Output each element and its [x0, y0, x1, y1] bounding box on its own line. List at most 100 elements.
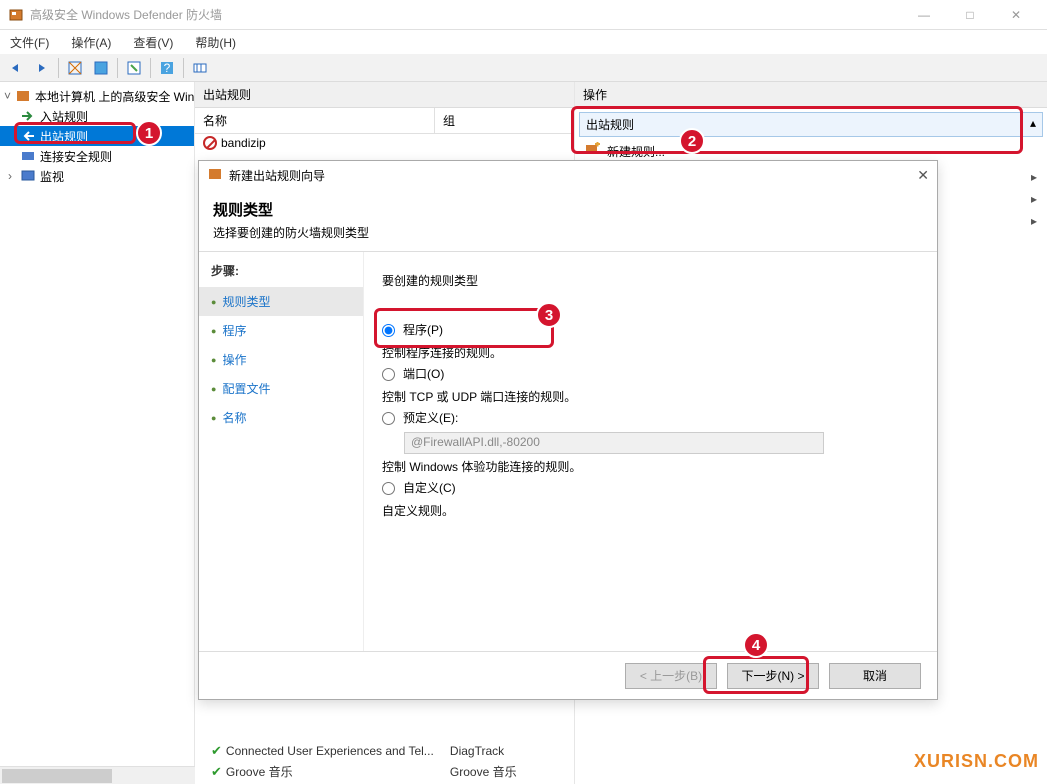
close-button[interactable]: ✕	[993, 0, 1039, 30]
wizard-steps: 步骤: ●规则类型 ●程序 ●操作 ●配置文件 ●名称	[199, 252, 364, 651]
step-type[interactable]: ●规则类型	[199, 287, 363, 316]
toolbar-btn-1[interactable]	[63, 56, 87, 80]
tree-outbound[interactable]: 出站规则	[0, 126, 194, 146]
connsec-icon	[20, 148, 36, 164]
list-row[interactable]: bandizip	[195, 134, 574, 152]
wizard-title: 新建出站规则向导	[229, 167, 325, 184]
steps-label: 步骤:	[211, 262, 351, 279]
column-headers: 名称 组	[195, 108, 574, 134]
tree-inbound[interactable]: 入站规则	[0, 106, 194, 126]
nav-back-button[interactable]	[4, 56, 28, 80]
monitor-icon	[20, 168, 36, 184]
radio-program[interactable]	[382, 324, 395, 337]
bullet-icon: ●	[211, 413, 216, 423]
check-icon: ✔	[211, 743, 222, 759]
radio-predefined[interactable]	[382, 412, 395, 425]
expand-icon[interactable]: ˅	[4, 89, 11, 103]
maximize-button[interactable]: □	[947, 0, 993, 30]
scrollbar-thumb[interactable]	[2, 769, 112, 783]
tree-pane: ˅ 本地计算机 上的高级安全 Win 入站规则 出站规则 连接安全规则 › 监视…	[0, 82, 195, 784]
step-name[interactable]: ● 名称	[211, 403, 351, 432]
wizard-icon	[207, 166, 223, 185]
option-predefined[interactable]: 预定义(E):	[382, 405, 919, 430]
minimize-button[interactable]: —	[901, 0, 947, 30]
toolbar-help-button[interactable]: ?	[155, 56, 179, 80]
step-label: 操作	[222, 351, 246, 368]
wizard-header: 规则类型 选择要创建的防火墙规则类型	[199, 189, 937, 252]
tree-connsec-label: 连接安全规则	[40, 148, 112, 165]
cancel-button[interactable]: 取消	[829, 663, 921, 689]
tree-root-label: 本地计算机 上的高级安全 Win	[35, 88, 194, 105]
menubar: 文件(F) 操作(A) 查看(V) 帮助(H)	[0, 30, 1047, 54]
menu-file[interactable]: 文件(F)	[6, 32, 53, 53]
option-custom[interactable]: 自定义(C)	[382, 475, 919, 500]
option-program[interactable]: 程序(P)	[382, 317, 919, 342]
center-header: 出站规则	[195, 82, 574, 108]
tree-monitor[interactable]: › 监视	[0, 166, 194, 186]
bullet-icon: ●	[211, 384, 216, 394]
window-title: 高级安全 Windows Defender 防火墙	[30, 6, 901, 23]
action-group-header: 出站规则 ▴	[579, 112, 1043, 137]
step-label: 配置文件	[222, 380, 270, 397]
callout-3-badge: 3	[536, 302, 562, 328]
step-label: 规则类型	[222, 293, 270, 310]
outbound-icon	[20, 128, 36, 144]
next-button[interactable]: 下一步(N) >	[727, 663, 819, 689]
option-port[interactable]: 端口(O)	[382, 361, 919, 386]
radio-custom[interactable]	[382, 482, 395, 495]
collapse-icon[interactable]: ▴	[1030, 116, 1036, 133]
app-icon	[8, 7, 24, 23]
tree-monitor-label: 监视	[40, 168, 64, 185]
step-label: 名称	[222, 409, 246, 426]
expand-icon[interactable]: ›	[4, 169, 16, 183]
actions-list: 出站规则 ▴ 新建规则... 2	[575, 108, 1047, 166]
window-titlebar: 高级安全 Windows Defender 防火墙 — □ ✕	[0, 0, 1047, 30]
opt-port-desc: 控制 TCP 或 UDP 端口连接的规则。	[382, 388, 919, 405]
tree-inbound-label: 入站规则	[40, 108, 88, 125]
opt-predef-desc: 控制 Windows 体验功能连接的规则。	[382, 458, 919, 475]
toolbar-separator	[117, 58, 118, 78]
toolbar: ?	[0, 54, 1047, 82]
block-icon	[203, 136, 217, 150]
row-name: Groove 音乐	[226, 763, 446, 780]
toolbar-btn-3[interactable]	[122, 56, 146, 80]
tree-connsec[interactable]: 连接安全规则	[0, 146, 194, 166]
tree-root[interactable]: ˅ 本地计算机 上的高级安全 Win	[0, 86, 194, 106]
step-profile[interactable]: ● 配置文件	[211, 374, 351, 403]
list-row[interactable]: ✔ Connected User Experiences and Tel... …	[203, 741, 566, 761]
toolbar-btn-4[interactable]	[188, 56, 212, 80]
callout-1-badge: 1	[136, 120, 162, 146]
row-group: DiagTrack	[450, 744, 504, 758]
wizard-subheading: 选择要创建的防火墙规则类型	[213, 224, 923, 241]
row-name: Connected User Experiences and Tel...	[226, 744, 446, 758]
predefined-combo[interactable]: @FirewallAPI.dll,-80200	[404, 432, 824, 454]
tree-scrollbar-horizontal[interactable]	[0, 766, 195, 784]
step-program[interactable]: ●程序	[211, 316, 351, 345]
row-group: Groove 音乐	[450, 763, 517, 780]
menu-view[interactable]: 查看(V)	[129, 32, 177, 53]
bottom-rows: ✔ Connected User Experiences and Tel... …	[195, 739, 574, 784]
opt-port-label: 端口(O)	[403, 365, 444, 382]
col-name[interactable]: 名称	[195, 108, 435, 133]
new-rule-icon	[585, 142, 601, 161]
wizard-dialog: 新建出站规则向导 ✕ 规则类型 选择要创建的防火墙规则类型 步骤: ● 规则类型 …	[198, 160, 938, 700]
actions-header: 操作	[575, 82, 1047, 108]
opt-custom-desc: 自定义规则。	[382, 502, 919, 519]
wizard-close-button[interactable]: ✕	[917, 167, 929, 184]
wizard-heading: 规则类型	[213, 199, 923, 220]
inbound-icon	[20, 108, 36, 124]
toolbar-btn-2[interactable]	[89, 56, 113, 80]
col-group[interactable]: 组	[435, 108, 574, 133]
menu-help[interactable]: 帮助(H)	[191, 32, 240, 53]
wizard-prompt: 要创建的规则类型	[382, 272, 919, 289]
menu-action[interactable]: 操作(A)	[67, 32, 115, 53]
step-action[interactable]: ●操作	[211, 345, 351, 374]
toolbar-separator	[183, 58, 184, 78]
list-row[interactable]: ✔ Groove 音乐 Groove 音乐	[203, 761, 566, 782]
opt-program-label: 程序(P)	[403, 321, 443, 338]
radio-port[interactable]	[382, 368, 395, 381]
wizard-footer: < 上一步(B) 下一步(N) > 取消 4	[199, 651, 937, 699]
bullet-icon: ●	[211, 326, 216, 336]
toolbar-separator	[58, 58, 59, 78]
nav-forward-button[interactable]	[30, 56, 54, 80]
